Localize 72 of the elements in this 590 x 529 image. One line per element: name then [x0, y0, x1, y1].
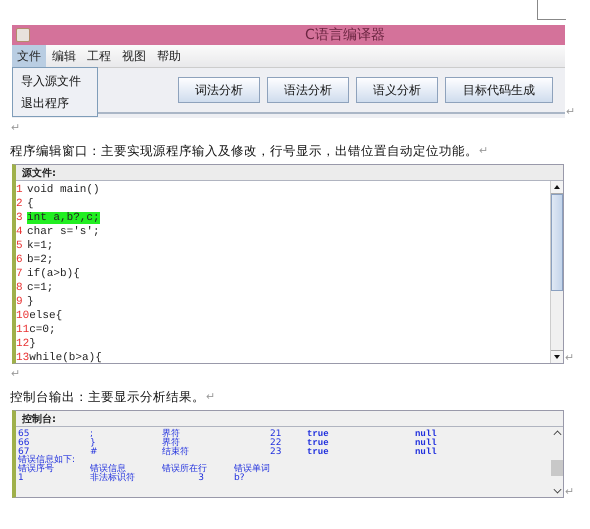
panel-title: 控制台:	[22, 412, 56, 426]
console-text: 错误序号	[18, 465, 55, 474]
paragraph-mark: ↵	[565, 486, 574, 498]
line-number: 11	[16, 324, 30, 336]
line-number: 4	[16, 226, 24, 238]
console-text: 错误单词	[234, 465, 270, 474]
menu-item[interactable]: 工程	[82, 44, 116, 68]
paragraph-mark: ↵	[11, 368, 20, 380]
console-text: 错误所在行	[162, 465, 208, 474]
console-text: b?	[234, 474, 244, 483]
code-line: b=2;	[27, 254, 54, 266]
code-line: }	[29, 338, 36, 350]
console-text: 3	[197, 474, 204, 483]
line-number: 8	[16, 282, 24, 294]
console-text: true	[307, 438, 330, 448]
console-text: null	[415, 438, 437, 448]
analysis-button[interactable]: 词法分析	[178, 77, 260, 103]
code-line: k=1;	[27, 240, 54, 252]
line-number: 5	[16, 240, 24, 252]
console-text: 界符	[162, 430, 181, 439]
line-number: 12	[16, 338, 30, 350]
code-line: else{	[29, 310, 62, 322]
line-number: 2	[16, 198, 24, 210]
line-number: 7	[16, 268, 24, 280]
console-text: null	[415, 430, 437, 439]
code-line: void main()	[27, 184, 100, 196]
menu-item[interactable]: 编辑	[47, 44, 81, 68]
code-line: c=0;	[29, 324, 56, 336]
console-text: 1	[18, 474, 25, 483]
caption-text: 程序编辑窗口：主要实现源程序输入及修改，行号显示，出错位置自动定位功能。	[10, 142, 478, 160]
paragraph-mark: ↵	[479, 145, 488, 157]
panel-title: 源文件:	[22, 166, 56, 180]
code-line: }	[27, 296, 34, 308]
code-line: while(b>a){	[29, 352, 102, 364]
console-text: true	[307, 448, 330, 456]
console-text: }	[90, 438, 96, 448]
caption-text: 控制台输出：主要显示分析结果。	[10, 388, 205, 406]
code-line: {	[27, 198, 34, 210]
console-text: 65	[18, 430, 30, 439]
console-text: true	[307, 430, 330, 439]
console-text: 非法标识符	[90, 474, 136, 483]
line-number: 6	[16, 254, 24, 266]
menu-option[interactable]: 导入源文件	[13, 70, 97, 92]
analysis-button[interactable]: 语法分析	[267, 77, 349, 103]
line-number: 1	[16, 184, 24, 196]
console-text: 23	[270, 448, 282, 456]
console-text: 结束符	[162, 448, 190, 456]
console-text: 66	[18, 438, 30, 448]
menu-option[interactable]: 退出程序	[13, 92, 97, 114]
console-text: ;	[90, 430, 94, 439]
code-line: if(a>b){	[27, 268, 80, 280]
line-number: 3	[16, 212, 24, 224]
console-text: 21	[270, 430, 282, 439]
paragraph-mark: ↵	[206, 391, 216, 403]
console-text: 22	[270, 438, 282, 448]
console-text: null	[415, 448, 437, 456]
paragraph-mark: ↵	[566, 106, 576, 118]
paragraph-mark: ↵	[565, 352, 574, 364]
line-number: 13	[16, 352, 30, 364]
console-text: 界符	[162, 438, 180, 448]
code-line: char s='s';	[27, 226, 100, 238]
menu-item[interactable]: 帮助	[152, 44, 186, 68]
code-line: c=1;	[27, 282, 54, 294]
analysis-button[interactable]: 目标代码生成	[445, 77, 553, 103]
menu-item[interactable]: 文件	[12, 44, 46, 68]
console-text: #	[90, 448, 99, 456]
window-title: C语言编译器	[305, 26, 385, 44]
paragraph-mark: ↵	[11, 122, 20, 134]
line-number: 9	[16, 296, 24, 308]
line-number: 10	[16, 310, 30, 322]
analysis-button[interactable]: 语义分析	[356, 77, 438, 103]
menu-item[interactable]: 视图	[117, 44, 151, 68]
